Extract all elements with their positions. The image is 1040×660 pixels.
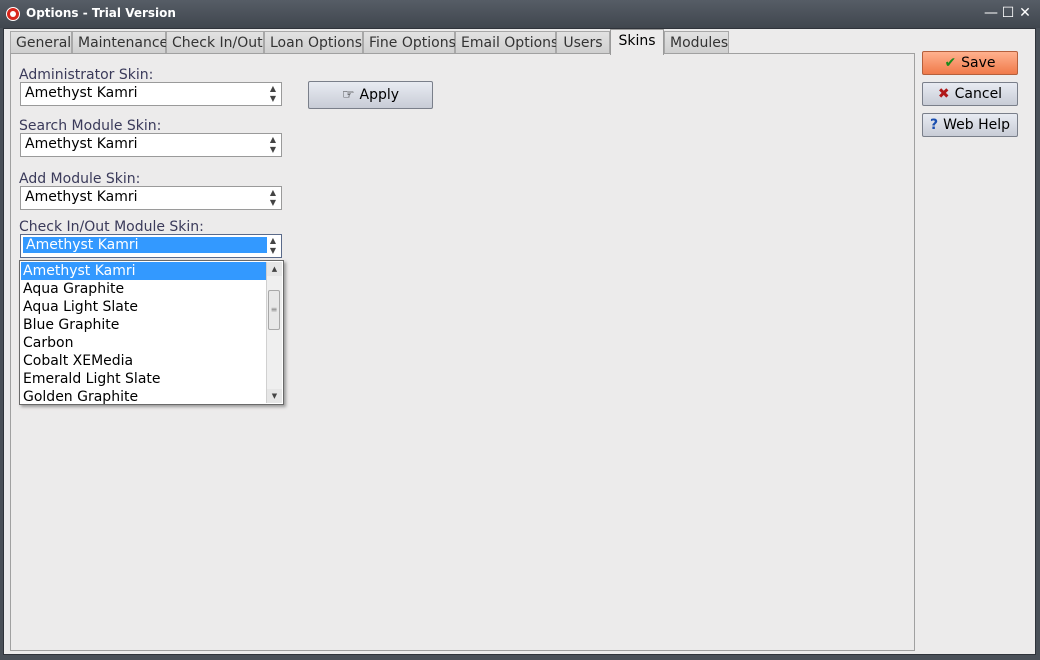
app-logo-icon	[6, 7, 20, 21]
scroll-up-icon[interactable]: ▲	[267, 262, 282, 276]
apply-button[interactable]: ☞ Apply	[308, 81, 433, 109]
question-mark-icon: ?	[929, 117, 939, 133]
list-item[interactable]: Carbon	[21, 334, 269, 352]
admin-skin-select[interactable]: Amethyst Kamri ▲ ▼	[20, 82, 282, 106]
save-label: Save	[961, 55, 996, 71]
list-item[interactable]: Amethyst Kamri	[21, 262, 269, 280]
add-skin-value: Amethyst Kamri	[25, 189, 138, 205]
spin-arrows-icon[interactable]: ▲ ▼	[265, 187, 281, 210]
save-button[interactable]: ✔ Save	[922, 51, 1018, 75]
options-window: Options - Trial Version — ☐ ✕ General Ma…	[0, 0, 1040, 660]
tab-modules[interactable]: Modules	[664, 31, 729, 53]
apply-label: Apply	[359, 87, 400, 103]
tab-loan-options[interactable]: Loan Options	[264, 31, 363, 53]
search-skin-value: Amethyst Kamri	[25, 136, 138, 152]
tab-check-in-out[interactable]: Check In/Out	[166, 31, 264, 53]
tab-skins[interactable]: Skins	[610, 29, 664, 55]
cancel-label: Cancel	[954, 86, 1003, 102]
cancel-button[interactable]: ✖ Cancel	[922, 82, 1018, 106]
spin-arrows-icon[interactable]: ▲ ▼	[265, 235, 281, 258]
web-help-label: Web Help	[943, 117, 1010, 133]
cross-icon: ✖	[937, 86, 950, 102]
checkmark-icon: ✔	[944, 55, 957, 71]
spin-arrows-icon[interactable]: ▲ ▼	[265, 83, 281, 106]
tab-general[interactable]: General	[10, 31, 72, 53]
scroll-thumb[interactable]: ≡	[268, 290, 280, 330]
window-title: Options - Trial Version	[26, 6, 176, 20]
pointing-hand-icon: ☞	[341, 87, 355, 103]
skin-dropdown-list[interactable]: Amethyst Kamri Aqua Graphite Aqua Light …	[19, 260, 284, 405]
maximize-icon[interactable]: ☐	[999, 4, 1017, 22]
admin-skin-label: Administrator Skin:	[19, 67, 154, 83]
list-item[interactable]: Aqua Graphite	[21, 280, 269, 298]
tab-email-options[interactable]: Email Options	[455, 31, 558, 53]
list-item[interactable]: Cobalt XEMedia	[21, 352, 269, 370]
search-skin-label: Search Module Skin:	[19, 118, 162, 134]
dropdown-scrollbar[interactable]: ▲ ≡ ▼	[266, 262, 282, 403]
spin-arrows-icon[interactable]: ▲ ▼	[265, 134, 281, 157]
title-bar[interactable]: Options - Trial Version — ☐ ✕	[0, 0, 1040, 28]
close-icon[interactable]: ✕	[1016, 4, 1034, 22]
search-skin-select[interactable]: Amethyst Kamri ▲ ▼	[20, 133, 282, 157]
checkinout-skin-value: Amethyst Kamri	[23, 237, 267, 253]
list-item[interactable]: Golden Graphite	[21, 388, 269, 404]
checkinout-skin-label: Check In/Out Module Skin:	[19, 219, 204, 235]
list-item[interactable]: Blue Graphite	[21, 316, 269, 334]
tab-maintenance[interactable]: Maintenance	[72, 31, 168, 53]
add-skin-label: Add Module Skin:	[19, 171, 141, 187]
admin-skin-value: Amethyst Kamri	[25, 85, 138, 101]
checkinout-skin-select[interactable]: Amethyst Kamri ▲ ▼	[20, 234, 282, 258]
list-item[interactable]: Aqua Light Slate	[21, 298, 269, 316]
web-help-button[interactable]: ? Web Help	[922, 113, 1018, 137]
tab-users[interactable]: Users	[556, 31, 610, 53]
add-skin-select[interactable]: Amethyst Kamri ▲ ▼	[20, 186, 282, 210]
list-item[interactable]: Emerald Light Slate	[21, 370, 269, 388]
minimize-icon[interactable]: —	[982, 4, 1000, 22]
scroll-down-icon[interactable]: ▼	[267, 389, 282, 403]
tab-fine-options[interactable]: Fine Options	[363, 31, 456, 53]
